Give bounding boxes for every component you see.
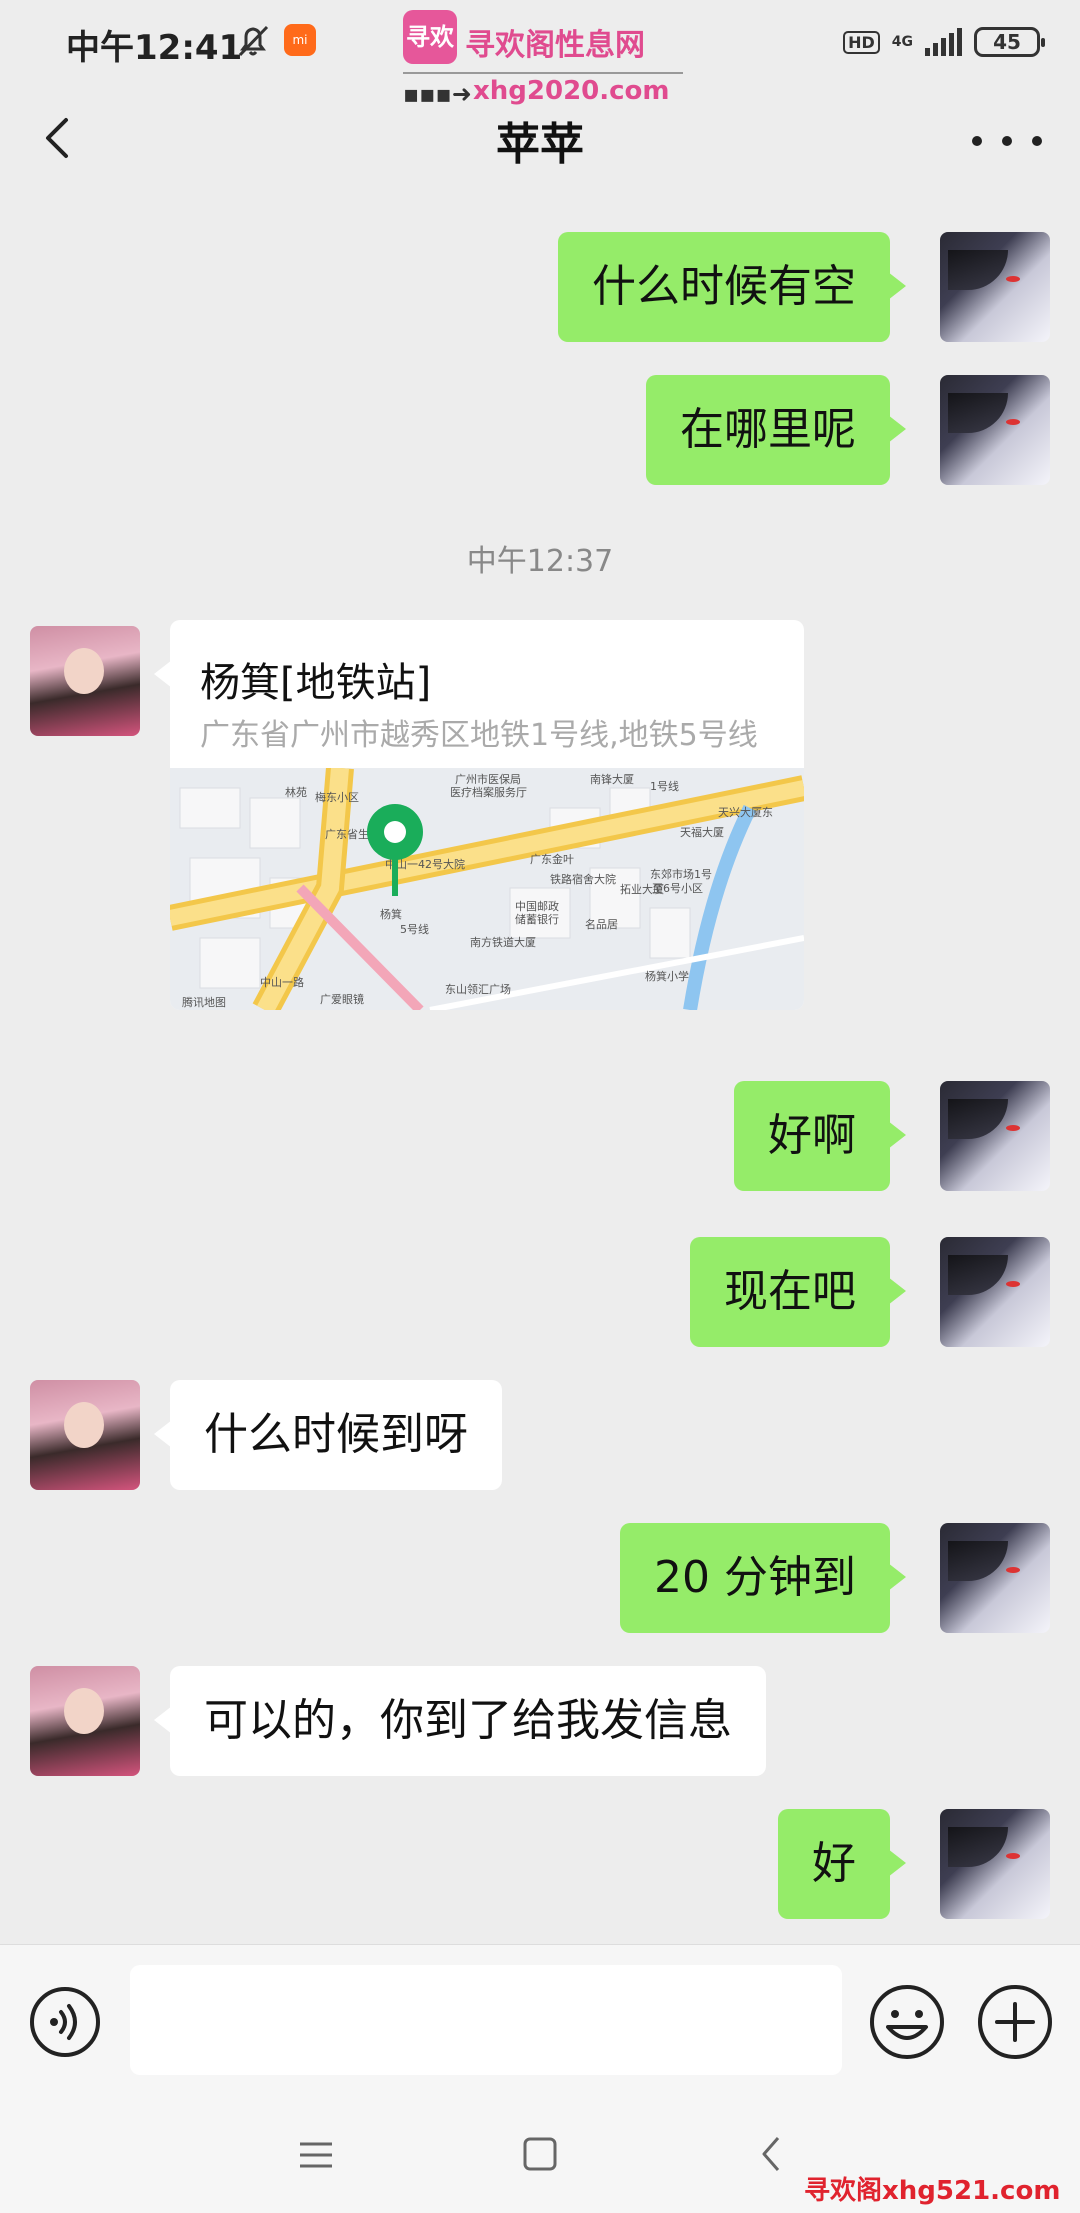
- emoji-icon[interactable]: [868, 1983, 946, 2061]
- avatar[interactable]: [940, 232, 1050, 342]
- input-bar: [0, 1944, 1080, 2094]
- message-bubble[interactable]: 20 分钟到: [620, 1523, 906, 1633]
- map-label: 1号线: [650, 779, 679, 793]
- map-label: 梅东小区: [315, 790, 359, 804]
- avatar[interactable]: [940, 1237, 1050, 1347]
- map-label: 天福大厦: [680, 825, 724, 839]
- message-bubble[interactable]: 什么时候到呀: [154, 1380, 502, 1490]
- map-label: 东郊市场1号: [650, 867, 712, 881]
- map-label: 名品居: [585, 917, 618, 931]
- chat-header: 苹苹: [0, 86, 1080, 200]
- message-timestamp: 中午12:37: [466, 544, 614, 579]
- map-label: 中山一路: [260, 976, 304, 989]
- avatar[interactable]: [940, 375, 1050, 485]
- map-label: 铁路宿舍大院: [550, 872, 616, 886]
- map-label: 东山领汇广场: [445, 982, 511, 996]
- battery-level: 45: [993, 30, 1021, 54]
- avatar[interactable]: [940, 1523, 1050, 1633]
- message-bubble[interactable]: 好: [778, 1809, 906, 1919]
- voice-icon[interactable]: [28, 1985, 102, 2059]
- map-label: 南锋大厦: [590, 772, 634, 786]
- watermark-name: 寻欢阁性息网: [465, 28, 645, 63]
- location-map[interactable]: 林苑 梅东小区 广州市医保局 医疗档案服务厅 南锋大厦 天兴大厦东 天福大厦 广…: [170, 768, 804, 1010]
- status-indicators: HD 4G 45: [843, 22, 1045, 62]
- network-type: 4G: [891, 34, 913, 50]
- watermark-bottom: 寻欢阁xhg521.com: [804, 2176, 1061, 2206]
- map-label: 至6号小区: [652, 882, 703, 895]
- map-label: 医疗档案服务厅: [450, 785, 527, 799]
- map-label: 杨箕: [380, 907, 402, 921]
- message-bubble[interactable]: 在哪里呢: [646, 375, 906, 485]
- message-bubble[interactable]: 现在吧: [690, 1237, 906, 1347]
- battery-icon: 45: [974, 27, 1045, 57]
- map-label: 广州市医保局: [455, 772, 521, 786]
- message-bubble[interactable]: 什么时候有空: [558, 232, 906, 342]
- message-input[interactable]: [130, 1965, 842, 2075]
- more-horizontal-icon[interactable]: [972, 116, 1042, 166]
- map-label: 南方铁道大厦: [470, 935, 536, 949]
- mute-bell-icon: [238, 25, 269, 57]
- back-triangle-icon[interactable]: [756, 2134, 786, 2174]
- plus-icon[interactable]: [976, 1983, 1054, 2061]
- avatar[interactable]: [940, 1081, 1050, 1191]
- map-label: 储蓄银行: [515, 912, 559, 926]
- location-card[interactable]: 杨箕[地铁站] 广东省广州市越秀区地铁1号线,地铁5号线 林苑 梅东小区 广州市…: [170, 620, 804, 1010]
- avatar[interactable]: [30, 1380, 140, 1490]
- map-label: 5号线: [400, 922, 429, 936]
- menu-icon[interactable]: [296, 2138, 336, 2172]
- map-label: 杨箕小学: [645, 969, 689, 983]
- avatar[interactable]: [30, 1666, 140, 1776]
- map-label: 林苑: [285, 785, 307, 799]
- location-name: 杨箕[地铁站]: [200, 660, 432, 706]
- map-label: 广爱眼镜: [320, 992, 364, 1006]
- status-time: 中午12:41: [66, 28, 243, 68]
- location-address: 广东省广州市越秀区地铁1号线,地铁5号线: [200, 718, 758, 753]
- message-bubble[interactable]: 好啊: [734, 1081, 906, 1191]
- avatar[interactable]: [30, 626, 140, 736]
- map-label: 腾讯地图: [182, 995, 226, 1009]
- map-label: 广东金叶: [530, 852, 574, 866]
- message-bubble[interactable]: 可以的，你到了给我发信息: [154, 1666, 766, 1776]
- avatar[interactable]: [940, 1809, 1050, 1919]
- chat-title: 苹苹: [496, 119, 584, 170]
- mi-app-icon: mi: [284, 24, 316, 56]
- home-icon[interactable]: [522, 2136, 558, 2172]
- hd-badge: HD: [843, 30, 880, 54]
- map-label: 中国邮政: [515, 899, 559, 913]
- watermark-logo: 寻欢: [403, 10, 457, 64]
- signal-icon: [925, 28, 962, 56]
- map-label: 天兴大厦东: [718, 805, 773, 819]
